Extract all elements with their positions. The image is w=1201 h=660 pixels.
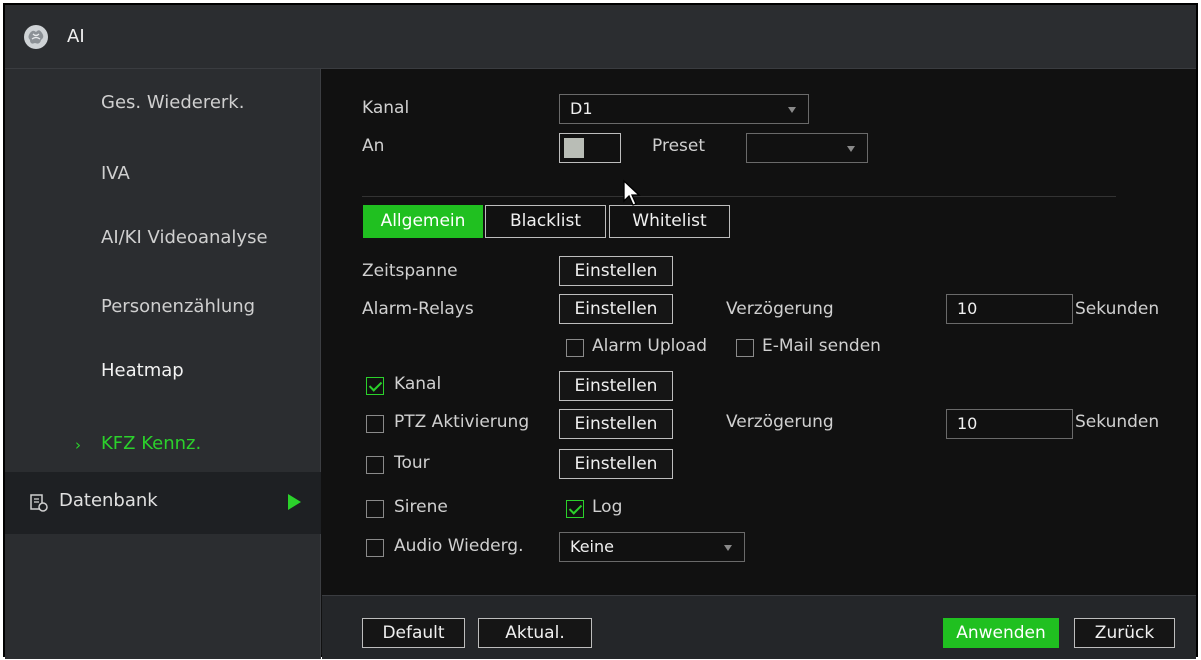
siren-label: Sirene	[394, 497, 448, 517]
channel-action-label: Kanal	[394, 374, 442, 394]
sidebar-item-label: Datenbank	[59, 490, 158, 511]
schedule-label: Zeitspanne	[362, 261, 458, 281]
sidebar-item-ai-video-analysis[interactable]: AI/KI Videoanalyse	[101, 227, 268, 248]
audio-label: Audio Wiederg.	[394, 536, 524, 556]
caret-down-icon	[724, 545, 732, 551]
title-bar: AI	[5, 5, 1196, 69]
siren-checkbox[interactable]	[366, 500, 384, 518]
sidebar-item-heatmap[interactable]: Heatmap	[101, 360, 184, 381]
ptz-checkbox[interactable]	[366, 415, 384, 433]
relay-delay-unit: Sekunden	[1075, 299, 1160, 319]
database-icon	[30, 494, 48, 512]
sidebar-item-iva[interactable]: IVA	[101, 163, 130, 184]
channel-settings-button[interactable]: Einstellen	[559, 371, 673, 401]
tour-checkbox[interactable]	[366, 456, 384, 474]
log-label: Log	[592, 497, 623, 517]
caret-down-icon	[847, 146, 855, 152]
tab-blacklist[interactable]: Blacklist	[485, 205, 606, 238]
audio-checkbox[interactable]	[366, 539, 384, 557]
schedule-settings-button[interactable]: Einstellen	[559, 256, 673, 286]
refresh-button[interactable]: Aktual.	[478, 618, 592, 648]
app-title: AI	[67, 26, 85, 47]
back-button[interactable]: Zurück	[1074, 618, 1175, 648]
default-button[interactable]: Default	[362, 618, 465, 648]
footer-bar: Default Aktual. Anwenden Zurück	[322, 595, 1196, 659]
sidebar: Ges. Wiedererk. IVA AI/KI Videoanalyse P…	[5, 69, 321, 659]
tour-label: Tour	[394, 453, 430, 473]
app-window: AI Ges. Wiedererk. IVA AI/KI Videoanalys…	[3, 3, 1198, 659]
enable-label: An	[362, 136, 385, 156]
channel-checkbox[interactable]	[366, 377, 384, 395]
ptz-delay-value: 10	[957, 414, 978, 433]
relay-delay-value: 10	[957, 299, 978, 318]
ptz-label: PTZ Aktivierung	[394, 412, 530, 432]
alarm-relays-label: Alarm-Relays	[362, 299, 474, 319]
mouse-cursor-icon	[623, 179, 641, 206]
caret-down-icon	[788, 107, 796, 113]
preset-select[interactable]	[746, 133, 868, 163]
preset-label: Preset	[652, 136, 706, 156]
log-checkbox[interactable]	[566, 500, 584, 518]
alarm-upload-label: Alarm Upload	[592, 336, 707, 356]
email-label: E-Mail senden	[762, 336, 881, 356]
alarm-relays-settings-button[interactable]: Einstellen	[559, 294, 673, 324]
audio-select[interactable]: Keine	[559, 532, 745, 562]
main-panel: Kanal D1 An Preset Allgemein Blacklist W…	[322, 69, 1196, 594]
ptz-delay-input[interactable]: 10	[946, 409, 1073, 439]
tour-settings-button[interactable]: Einstellen	[559, 449, 673, 479]
ptz-settings-button[interactable]: Einstellen	[559, 409, 673, 439]
channel-label: Kanal	[362, 98, 410, 118]
play-arrow-icon	[288, 494, 301, 510]
divider	[362, 196, 1116, 197]
tab-whitelist[interactable]: Whitelist	[609, 205, 730, 238]
sidebar-item-face-recognition[interactable]: Ges. Wiedererk.	[101, 92, 244, 113]
channel-select-value: D1	[570, 99, 593, 118]
audio-select-value: Keine	[570, 537, 614, 556]
ptz-delay-unit: Sekunden	[1075, 412, 1160, 432]
apply-button[interactable]: Anwenden	[943, 618, 1059, 648]
ptz-delay-label: Verzögerung	[726, 412, 834, 432]
sidebar-item-license-plate[interactable]: KFZ Kennz.	[101, 433, 201, 454]
email-checkbox[interactable]	[736, 339, 754, 357]
channel-select[interactable]: D1	[559, 94, 809, 124]
sidebar-item-people-counting[interactable]: Personenzählung	[101, 296, 255, 317]
tab-general[interactable]: Allgemein	[363, 205, 483, 238]
toggle-knob	[564, 138, 584, 158]
relay-delay-input[interactable]: 10	[946, 294, 1073, 324]
relay-delay-label: Verzögerung	[726, 299, 834, 319]
enable-toggle[interactable]	[559, 133, 621, 163]
alarm-upload-checkbox[interactable]	[566, 339, 584, 357]
chevron-right-icon: ›	[75, 436, 81, 454]
sidebar-item-database[interactable]: Datenbank	[5, 472, 321, 534]
brain-icon	[24, 25, 48, 49]
